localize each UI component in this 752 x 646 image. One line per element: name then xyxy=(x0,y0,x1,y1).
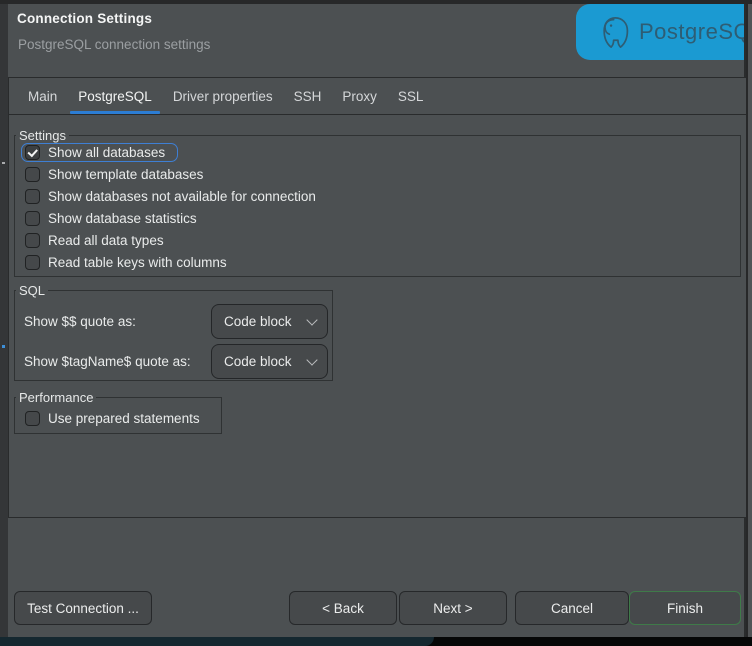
checkbox-row: Show all databases xyxy=(15,141,740,163)
checkbox-read-all-data-types[interactable] xyxy=(25,233,40,248)
settings-group: Settings Show all databases Show templat… xyxy=(14,135,741,277)
postgresql-elephant-icon xyxy=(599,16,630,49)
settings-group-label: Settings xyxy=(16,128,69,143)
tagname-quote-value: Code block xyxy=(224,354,292,369)
checkbox-show-template-databases[interactable] xyxy=(25,167,40,182)
postgresql-logo: PostgreSQL xyxy=(576,4,744,60)
sql-row: Show $$ quote as: Code block xyxy=(15,304,332,339)
checkbox-row: Show databases not available for connect… xyxy=(15,185,740,207)
checkbox-label[interactable]: Show database statistics xyxy=(48,211,197,226)
checkbox-use-prepared-statements[interactable] xyxy=(25,411,40,426)
page-subtitle: PostgreSQL connection settings xyxy=(18,37,210,52)
checkbox-show-database-statistics[interactable] xyxy=(25,211,40,226)
tab-label: Main xyxy=(28,89,57,104)
tab-label: SSL xyxy=(398,89,424,104)
tab-ssl[interactable]: SSL xyxy=(390,78,432,114)
background-window-bottom-edge xyxy=(0,637,752,646)
sql-group: SQL Show $$ quote as: Code block Show $t… xyxy=(14,290,333,381)
background-terminal-edge xyxy=(0,637,434,646)
performance-group-label: Performance xyxy=(16,390,96,405)
checkbox-row: Read all data types xyxy=(15,229,740,251)
dollar-quote-select[interactable]: Code block xyxy=(211,304,328,339)
checkbox-show-unavailable-databases[interactable] xyxy=(25,189,40,204)
tab-label: SSH xyxy=(294,89,322,104)
performance-group: Performance Use prepared statements xyxy=(14,397,222,434)
background-artifact xyxy=(2,162,5,164)
finish-button[interactable]: Finish xyxy=(629,591,741,625)
dialog-header: Connection Settings PostgreSQL connectio… xyxy=(8,4,744,66)
checkbox-label[interactable]: Show databases not available for connect… xyxy=(48,189,316,204)
checkbox-label[interactable]: Read all data types xyxy=(48,233,164,248)
background-artifact xyxy=(2,345,5,348)
window-frame-right xyxy=(748,4,752,637)
checkbox-label[interactable]: Use prepared statements xyxy=(48,411,200,426)
next-button[interactable]: Next > xyxy=(399,591,507,625)
checkbox-label[interactable]: Read table keys with columns xyxy=(48,255,227,270)
checkbox-label[interactable]: Show template databases xyxy=(48,167,203,182)
tab-postgresql[interactable]: PostgreSQL xyxy=(70,78,160,114)
checkbox-row: Use prepared statements xyxy=(15,407,221,429)
page-title: Connection Settings xyxy=(17,11,152,26)
checkbox-row: Read table keys with columns xyxy=(15,251,740,273)
chevron-down-icon xyxy=(306,314,317,325)
tagname-quote-label: Show $tagName$ quote as: xyxy=(24,354,211,369)
sql-group-label: SQL xyxy=(16,283,48,298)
sql-row: Show $tagName$ quote as: Code block xyxy=(15,344,332,379)
tagname-quote-select[interactable]: Code block xyxy=(211,344,328,379)
tab-label: Driver properties xyxy=(173,89,273,104)
focus-ring: Show all databases xyxy=(21,143,178,162)
postgresql-logo-text: PostgreSQL xyxy=(639,19,744,45)
tab-label: Proxy xyxy=(342,89,377,104)
connection-settings-dialog: Connection Settings PostgreSQL connectio… xyxy=(8,4,746,637)
checkbox-label[interactable]: Show all databases xyxy=(48,145,165,160)
checkbox-show-all-databases[interactable] xyxy=(25,145,40,160)
chevron-down-icon xyxy=(306,354,317,365)
tab-ssh[interactable]: SSH xyxy=(286,78,330,114)
cancel-button[interactable]: Cancel xyxy=(515,591,629,625)
checkbox-read-table-keys[interactable] xyxy=(25,255,40,270)
tab-driver-properties[interactable]: Driver properties xyxy=(165,78,281,114)
checkbox-row: Show template databases xyxy=(15,163,740,185)
tab-label: PostgreSQL xyxy=(78,89,152,104)
tab-bar: Main PostgreSQL Driver properties SSH Pr… xyxy=(9,78,746,115)
background-window-left-edge xyxy=(0,4,8,637)
dollar-quote-label: Show $$ quote as: xyxy=(24,314,211,329)
dollar-quote-value: Code block xyxy=(224,314,292,329)
test-connection-button[interactable]: Test Connection ... xyxy=(14,591,152,625)
checkbox-row: Show database statistics xyxy=(15,207,740,229)
back-button[interactable]: < Back xyxy=(289,591,397,625)
tab-proxy[interactable]: Proxy xyxy=(334,78,385,114)
tab-main[interactable]: Main xyxy=(20,78,65,114)
